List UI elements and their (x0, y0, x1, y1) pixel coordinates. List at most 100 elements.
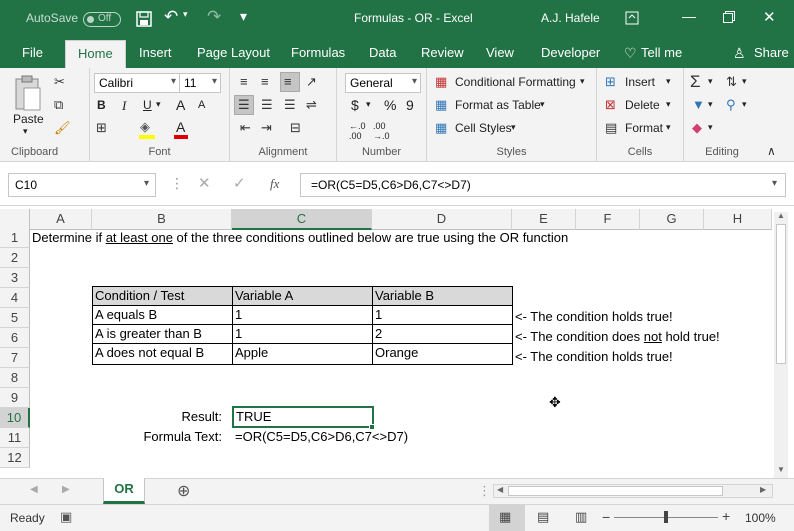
currency-button[interactable]: $ (351, 97, 359, 113)
tab-data[interactable]: Data (369, 45, 396, 60)
row-header-2[interactable]: 2 (0, 248, 30, 268)
row-header-12[interactable]: 12 (0, 448, 30, 468)
row-header-3[interactable]: 3 (0, 268, 30, 288)
fill-dropdown-icon[interactable]: ▾ (708, 99, 713, 110)
font-size-select[interactable]: 11 (179, 73, 221, 93)
tab-insert[interactable]: Insert (139, 45, 172, 60)
cancel-icon[interactable]: ✕ (198, 174, 211, 192)
cell-styles-button[interactable]: Cell Styles (455, 121, 512, 135)
sort-dropdown-icon[interactable]: ▾ (742, 76, 747, 87)
row-header-7[interactable]: 7 (0, 348, 30, 368)
share-person-icon[interactable]: ♙ (733, 45, 746, 62)
font-color-button[interactable]: A (176, 119, 185, 135)
cell-c7[interactable]: Apple (232, 343, 373, 365)
cell-b11[interactable]: Formula Text: (92, 427, 222, 447)
column-header-e[interactable]: E (512, 209, 576, 230)
cell-d6[interactable]: 2 (372, 324, 513, 344)
redo-icon[interactable]: ↷ (207, 7, 221, 27)
row-header-8[interactable]: 8 (0, 368, 30, 388)
find-select-icon[interactable]: ⚲ (726, 97, 736, 113)
orientation-icon[interactable]: ↗ (306, 74, 317, 90)
percent-button[interactable]: % (384, 97, 396, 113)
row-header-6[interactable]: 6 (0, 328, 30, 348)
align-center-icon[interactable]: ☰ (261, 97, 273, 113)
name-box[interactable]: C10 (8, 173, 156, 197)
align-right-icon[interactable]: ☰ (284, 97, 296, 113)
table-header-condition[interactable]: Condition / Test (92, 286, 233, 306)
column-header-g[interactable]: G (640, 209, 704, 230)
page-layout-view-icon[interactable]: ▤ (537, 509, 549, 525)
prev-sheet-icon[interactable]: ◀ (30, 484, 38, 495)
tab-home[interactable]: Home (65, 40, 126, 68)
decrease-decimal-icon[interactable]: .00 →.0 (373, 121, 390, 141)
underline-button[interactable]: U (143, 98, 152, 112)
cut-icon[interactable]: ✂ (54, 74, 65, 90)
zoom-level[interactable]: 100% (745, 511, 776, 525)
cell-d7[interactable]: Orange (372, 343, 513, 365)
align-middle-icon[interactable]: ≡ (261, 74, 269, 89)
formula-input[interactable]: =OR(C5=D5,C6>D6,C7<>D7) (300, 173, 786, 197)
undo-icon[interactable]: ↶ (164, 7, 178, 27)
format-dropdown-icon[interactable]: ▾ (666, 122, 671, 133)
autosave-toggle[interactable]: Off (83, 12, 121, 27)
horizontal-scroll-thumb[interactable] (508, 486, 723, 496)
collapse-ribbon-icon[interactable]: ∧ (767, 144, 776, 158)
row-header-4[interactable]: 4 (0, 288, 30, 308)
select-all-corner[interactable] (0, 209, 30, 230)
restore-icon[interactable] (723, 11, 735, 23)
clear-dropdown-icon[interactable]: ▾ (708, 122, 713, 133)
fill-icon[interactable]: ▼ (692, 97, 705, 112)
horizontal-scrollbar[interactable]: ◀ ▶ (493, 484, 773, 498)
insert-button[interactable]: Insert (625, 75, 655, 89)
increase-decimal-icon[interactable]: ←.0.00 (349, 121, 366, 141)
insert-function-button[interactable]: fx (270, 176, 279, 192)
cell-b6[interactable]: A is greater than B (92, 324, 233, 344)
format-button[interactable]: Format (625, 121, 663, 135)
vertical-scroll-thumb[interactable] (776, 224, 786, 364)
column-header-c[interactable]: C (232, 209, 372, 230)
wrap-text-icon[interactable]: ⇌ (306, 97, 317, 113)
worksheet-grid[interactable]: A B C D E F G H 1 2 3 4 5 6 7 8 9 10 11 … (0, 206, 794, 478)
comma-style-button[interactable]: 9 (406, 97, 414, 113)
align-top-icon[interactable]: ≡ (240, 74, 248, 89)
shrink-font-button[interactable]: A (198, 99, 205, 111)
tab-page-layout[interactable]: Page Layout (197, 45, 270, 60)
autosum-dropdown-icon[interactable]: ▾ (708, 76, 713, 87)
paste-dropdown-icon[interactable]: ▾ (23, 126, 28, 137)
insert-dropdown-icon[interactable]: ▾ (666, 76, 671, 87)
cell-b5[interactable]: A equals B (92, 305, 233, 325)
row-header-1[interactable]: 1 (0, 228, 30, 248)
italic-button[interactable]: I (122, 98, 126, 114)
cell-styles-dropdown-icon[interactable]: ▾ (511, 122, 516, 133)
formula-bar-grip-icon[interactable]: ⋮ (170, 175, 184, 192)
tab-file[interactable]: File (22, 45, 43, 60)
copy-icon[interactable]: ⧉ (54, 97, 63, 113)
ribbon-display-icon[interactable] (625, 11, 639, 25)
save-icon[interactable] (136, 11, 152, 27)
number-format-select[interactable]: General (345, 73, 421, 93)
column-header-b[interactable]: B (92, 209, 232, 230)
find-dropdown-icon[interactable]: ▾ (742, 99, 747, 110)
tab-developer[interactable]: Developer (541, 45, 600, 60)
increase-indent-icon[interactable]: ⇥ (261, 120, 272, 136)
clear-icon[interactable]: ◆ (692, 120, 702, 136)
scroll-right-icon[interactable]: ▶ (760, 485, 766, 494)
zoom-out-icon[interactable]: − (602, 509, 610, 525)
paste-icon[interactable] (14, 74, 42, 112)
zoom-in-icon[interactable]: + (722, 508, 730, 524)
delete-dropdown-icon[interactable]: ▾ (666, 99, 671, 110)
underline-dropdown-icon[interactable]: ▾ (156, 99, 161, 110)
row-header-11[interactable]: 11 (0, 428, 30, 448)
cell-c10-selected[interactable]: TRUE (232, 406, 374, 428)
bold-button[interactable]: B (97, 98, 106, 112)
sheet-split-grip-icon[interactable]: ⋮ (478, 483, 491, 499)
user-name[interactable]: A.J. Hafele (541, 11, 600, 25)
conditional-dropdown-icon[interactable]: ▾ (580, 76, 585, 87)
conditional-formatting-button[interactable]: Conditional Formatting (455, 75, 576, 89)
paste-label[interactable]: Paste (13, 112, 44, 126)
tab-review[interactable]: Review (421, 45, 464, 60)
decrease-indent-icon[interactable]: ⇤ (240, 120, 251, 136)
column-header-a[interactable]: A (30, 209, 92, 230)
cell-c6[interactable]: 1 (232, 324, 373, 344)
format-table-dropdown-icon[interactable]: ▾ (540, 99, 545, 110)
